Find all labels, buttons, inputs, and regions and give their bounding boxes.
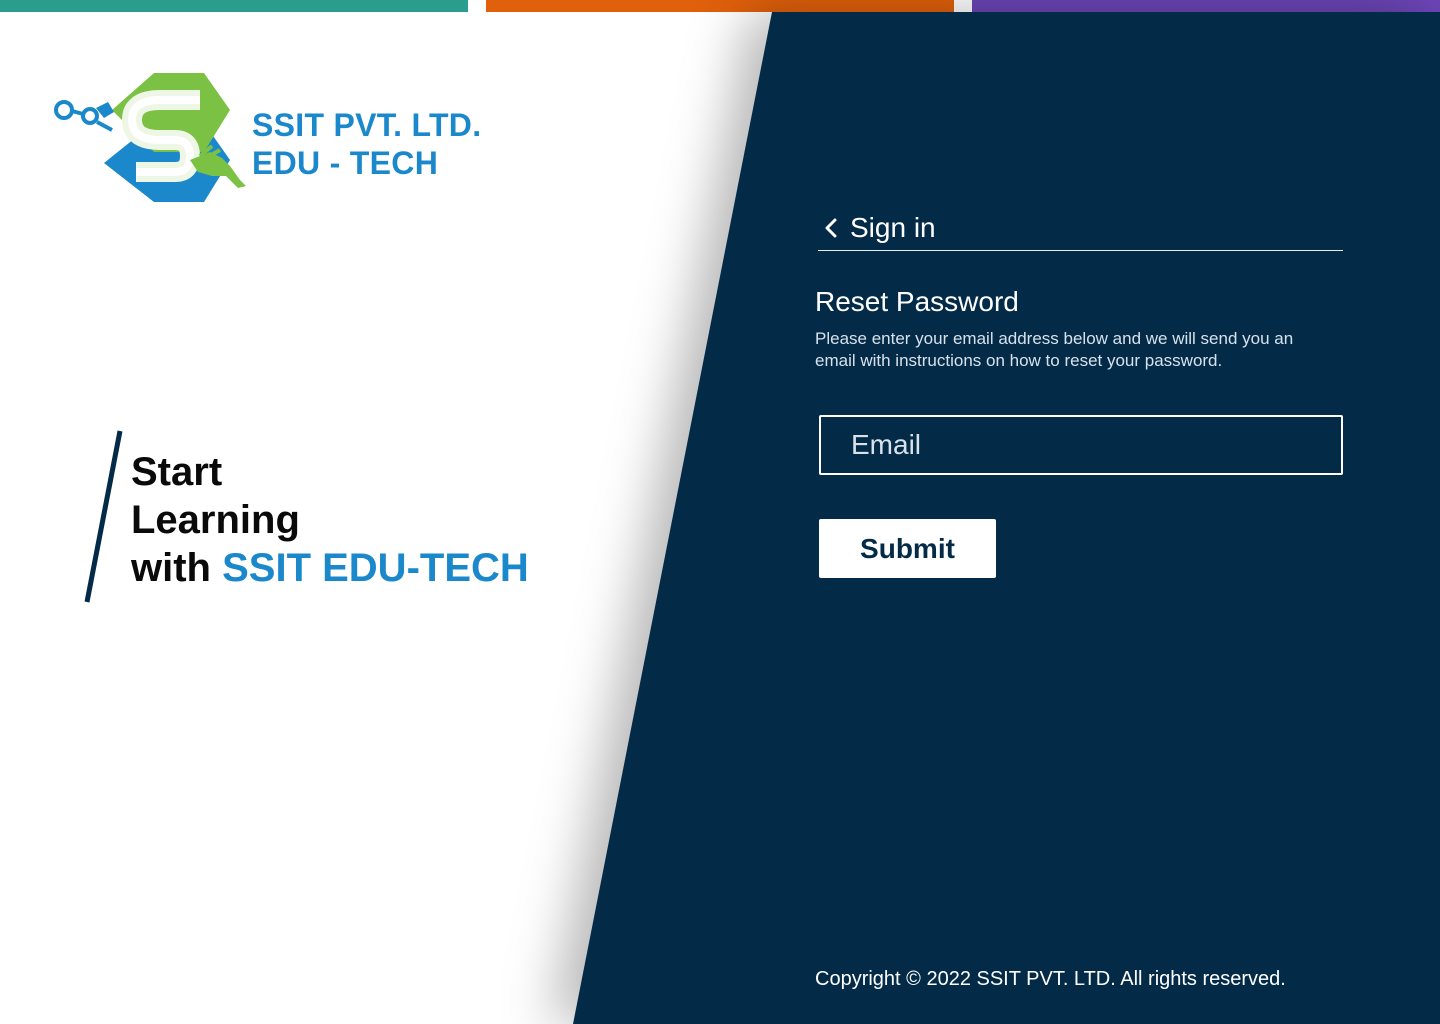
top-color-bar-teal	[0, 0, 468, 12]
brand-line-1: SSIT PVT. LTD.	[252, 107, 482, 143]
tagline-accent: SSIT EDU-TECH	[222, 546, 529, 590]
tagline-slash-decoration	[84, 430, 123, 603]
top-color-bar-purple	[972, 0, 1440, 12]
submit-button[interactable]: Submit	[819, 519, 996, 578]
chevron-left-icon	[825, 218, 837, 238]
email-input[interactable]	[819, 415, 1343, 475]
tagline-line-1: Start	[131, 450, 223, 494]
signin-label: Sign in	[850, 212, 936, 243]
tagline-line-2: Learning	[131, 498, 300, 542]
reset-password-description: Please enter your email address below an…	[815, 329, 1294, 370]
top-color-bar-orange	[486, 0, 954, 12]
tagline-line-3: with SSIT EDU-TECH	[131, 544, 529, 592]
back-to-signin-link[interactable]: Sign in	[818, 206, 1343, 251]
tagline: Start Learning with SSIT EDU-TECH	[131, 448, 529, 592]
ssit-logo-icon	[54, 73, 246, 202]
tagline-prefix: with	[131, 546, 223, 590]
brand-name: SSIT PVT. LTD. EDU - TECH	[252, 106, 481, 182]
reset-password-title: Reset Password	[815, 286, 1019, 317]
brand-line-2: EDU - TECH	[252, 145, 439, 181]
copyright-text: Copyright © 2022 SSIT PVT. LTD. All righ…	[815, 968, 1286, 990]
